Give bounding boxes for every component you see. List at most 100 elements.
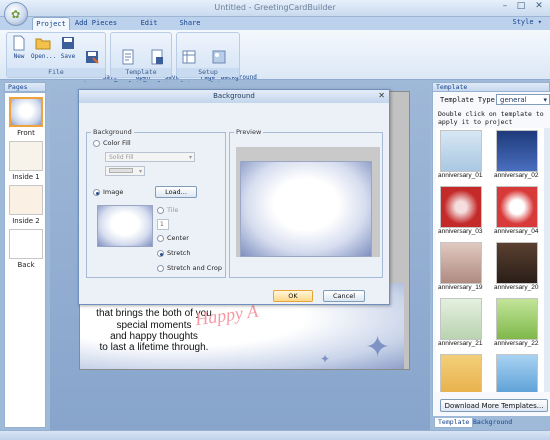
background-legend: Background <box>91 128 134 136</box>
fill-type-value: Solid Fill <box>109 154 134 161</box>
center-radio[interactable] <box>157 235 164 242</box>
template-item[interactable] <box>438 354 488 392</box>
ribbon: New Open... Save Save As... File Open Te… <box>0 30 550 88</box>
image-radio[interactable] <box>93 189 100 196</box>
center-label: Center <box>167 234 189 242</box>
template-scrollbar[interactable] <box>544 128 550 392</box>
tab-share[interactable]: Share <box>176 17 204 30</box>
template-item[interactable]: anniversary_22 <box>494 298 544 352</box>
open-button[interactable]: Open... <box>31 35 57 60</box>
fill-type-select[interactable]: Solid Fill ▾ <box>105 152 195 162</box>
template-panel-header: Template <box>432 82 550 92</box>
open-template-icon <box>122 49 134 65</box>
template-type-select[interactable]: general ▾ <box>496 94 550 105</box>
template-name: anniversary_03 <box>438 228 483 235</box>
template-item[interactable]: anniversary_20 <box>494 242 544 296</box>
download-templates-button[interactable]: Download More Templates... <box>440 399 548 412</box>
stretch-label: Stretch <box>167 249 191 257</box>
template-thumb <box>496 242 538 284</box>
background-dialog: Background ✕ Background Color Fill Solid… <box>78 89 390 305</box>
ribbon-tabbar: Project Add Pieces Edit Pieces Share Sty… <box>0 17 550 39</box>
tab-background[interactable]: Background <box>470 418 515 428</box>
template-item[interactable] <box>494 354 544 392</box>
tile-count-input[interactable]: 1 <box>157 219 169 230</box>
load-button[interactable]: Load... <box>155 186 197 198</box>
window-title: Untitled - GreetingCardBuilder <box>214 3 336 12</box>
save-template-icon <box>151 49 163 65</box>
pages-panel: Front Inside 1 Inside 2 Back <box>4 92 46 428</box>
page-label-back: Back <box>17 261 35 269</box>
cancel-button[interactable]: Cancel <box>323 290 365 302</box>
save-button[interactable]: Save <box>59 35 77 60</box>
template-type-value: general <box>500 96 527 104</box>
maximize-button[interactable]: □ <box>514 1 528 13</box>
stretch-crop-radio[interactable] <box>157 265 164 272</box>
app-menu-button[interactable]: ✿ <box>4 2 28 26</box>
template-item[interactable]: anniversary_21 <box>438 298 488 352</box>
background-fieldset: Background Color Fill Solid Fill ▾ ▾ Imag… <box>86 128 226 278</box>
page-thumb-front[interactable] <box>9 97 43 127</box>
chevron-down-icon: ▾ <box>543 96 547 104</box>
page-label-inside-1: Inside 1 <box>12 173 40 181</box>
folder-icon <box>35 38 51 50</box>
preview-image <box>240 161 372 257</box>
tile-radio[interactable] <box>157 207 164 214</box>
preview-legend: Preview <box>234 128 264 136</box>
template-name: anniversary_20 <box>494 284 539 291</box>
stretch-crop-label: Stretch and Crop <box>167 264 222 272</box>
tab-project[interactable]: Project <box>32 17 70 30</box>
close-button[interactable]: ✕ <box>532 1 546 13</box>
template-item[interactable]: anniversary_19 <box>438 242 488 296</box>
save-label: Save <box>60 53 76 60</box>
template-thumb <box>496 354 538 392</box>
template-thumb <box>440 130 482 172</box>
template-item[interactable]: anniversary_01 <box>438 130 488 184</box>
page-thumb-back[interactable] <box>9 229 43 259</box>
file-group-label: File <box>7 68 105 77</box>
tab-add-pieces[interactable]: Add Pieces <box>74 17 118 30</box>
template-thumb <box>496 130 538 172</box>
template-hint: Double click on template to apply it to … <box>438 110 544 126</box>
ok-button[interactable]: OK <box>273 290 313 302</box>
template-name: anniversary_01 <box>438 172 483 179</box>
file-group: New Open... Save Save As... File <box>6 32 117 88</box>
page-thumb-inside-2[interactable] <box>9 185 43 215</box>
tab-edit-pieces[interactable]: Edit Pieces <box>126 17 172 39</box>
template-name: anniversary_19 <box>438 284 483 291</box>
template-thumb <box>440 354 482 392</box>
template-thumb <box>496 298 538 340</box>
status-bar <box>0 430 550 440</box>
save-as-icon <box>86 51 99 64</box>
dialog-close-icon[interactable]: ✕ <box>378 91 385 100</box>
image-thumbnail <box>97 205 153 247</box>
card-text-line-3[interactable]: and happy thoughts <box>54 331 254 342</box>
style-menu[interactable]: Style ▾ <box>512 18 542 26</box>
app-logo-icon: ✿ <box>11 8 21 21</box>
dialog-title: Background <box>79 90 389 103</box>
pages-panel-header: Pages <box>4 82 46 92</box>
page-thumb-inside-1[interactable] <box>9 141 43 171</box>
template-list: anniversary_01 anniversary_02 anniversar… <box>436 128 544 392</box>
color-picker[interactable]: ▾ <box>105 166 145 176</box>
chevron-down-icon: ▾ <box>188 154 192 161</box>
color-swatch <box>109 168 133 173</box>
template-item[interactable]: anniversary_03 <box>438 186 488 240</box>
stretch-radio[interactable] <box>157 250 164 257</box>
open-label: Open... <box>31 53 57 60</box>
template-item[interactable]: anniversary_04 <box>494 186 544 240</box>
tab-template[interactable]: Template <box>434 418 474 428</box>
card-text-line-4[interactable]: to last a lifetime through. <box>54 342 254 353</box>
new-button[interactable]: New <box>10 35 28 60</box>
new-file-icon <box>13 35 25 51</box>
template-item[interactable]: anniversary_02 <box>494 130 544 184</box>
template-group: Open Template Save Template Template <box>110 32 179 88</box>
color-fill-radio[interactable] <box>93 140 100 147</box>
template-group-label: Template <box>111 68 171 77</box>
template-thumb <box>496 186 538 228</box>
color-fill-label: Color Fill <box>103 139 131 147</box>
template-name: anniversary_04 <box>494 228 539 235</box>
minimize-button[interactable]: – <box>498 1 512 13</box>
page-setup-icon <box>182 50 196 64</box>
save-icon <box>62 37 74 49</box>
setup-group-label: Setup <box>177 68 239 77</box>
